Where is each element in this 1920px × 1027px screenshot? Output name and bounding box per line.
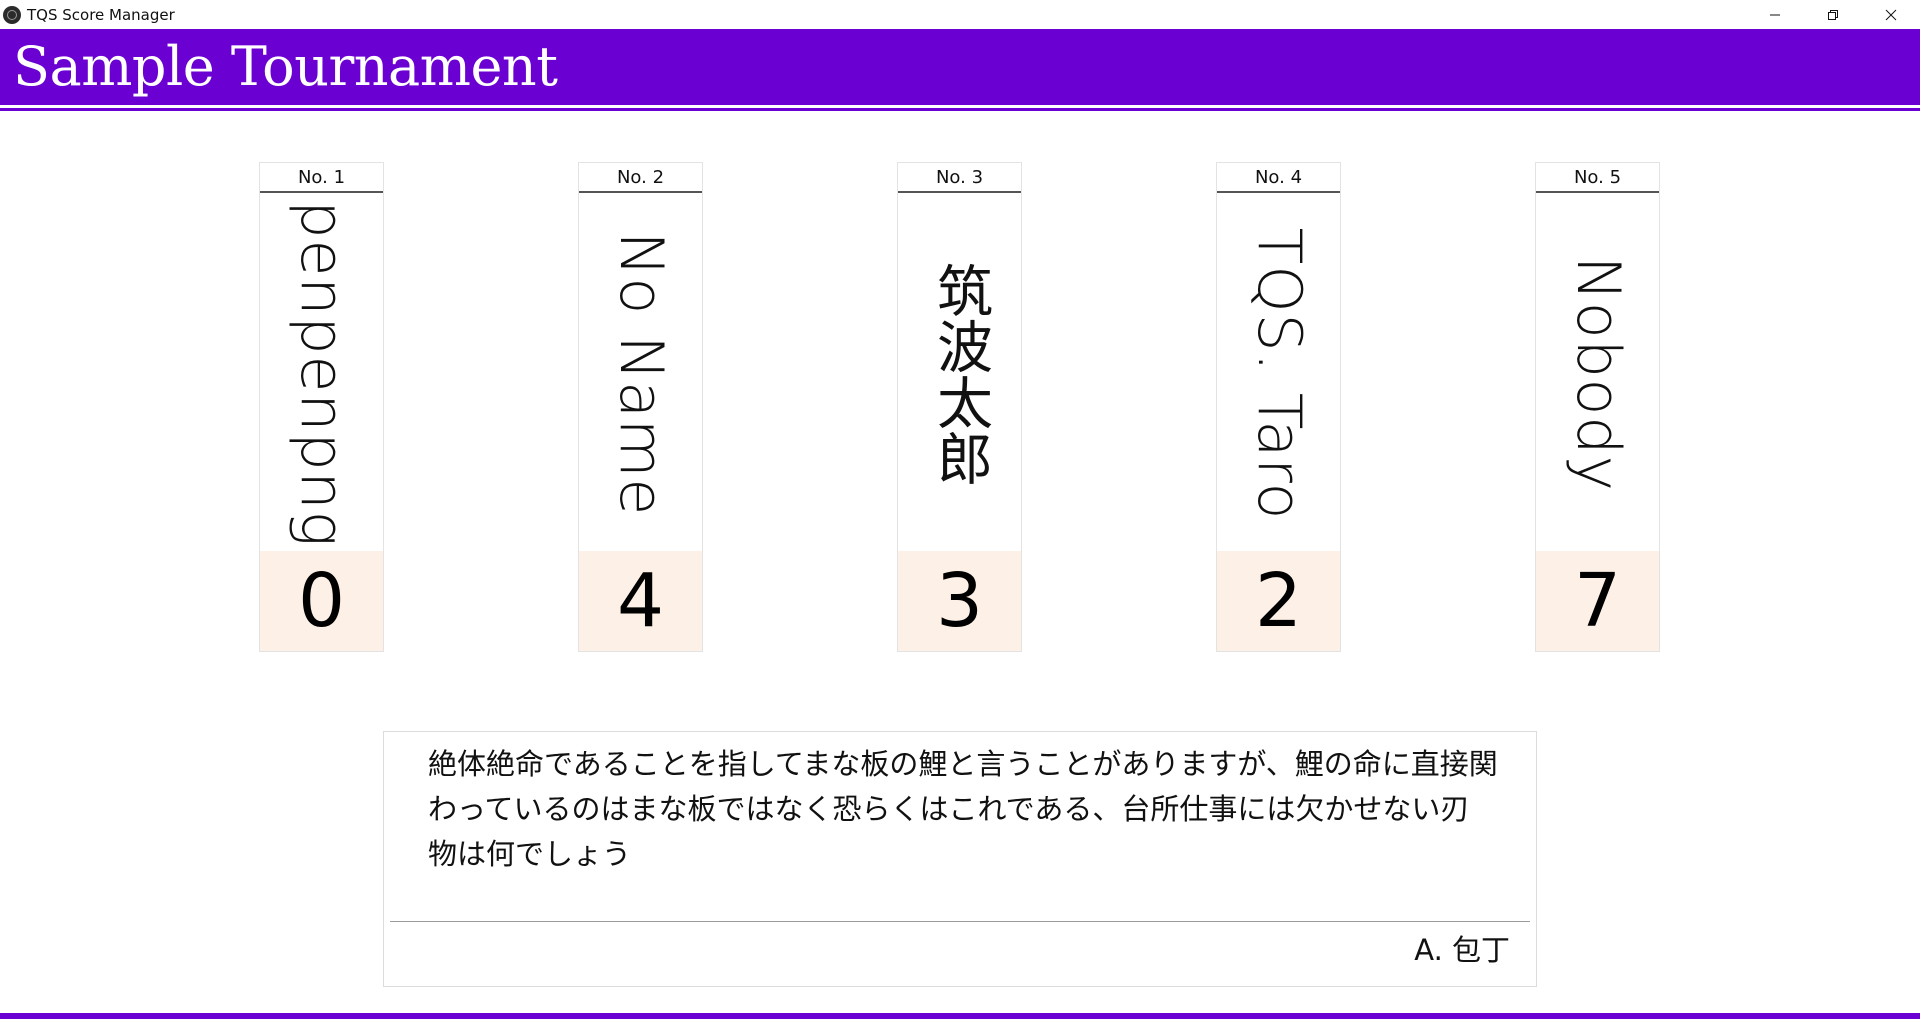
answer-text: A. 包丁 [1414, 933, 1510, 967]
footer-divider [0, 1013, 1920, 1019]
player-score[interactable]: 0 [260, 551, 383, 651]
restore-button[interactable] [1804, 0, 1862, 29]
minimize-icon [1770, 14, 1780, 15]
player-name-area: TQS. Taro [1217, 193, 1340, 555]
window-controls [1746, 0, 1920, 29]
player-name-area: Nobody [1536, 193, 1659, 555]
restore-icon [1828, 9, 1838, 20]
player-number: No. 3 [898, 163, 1021, 193]
player-name-area: No Name [579, 193, 702, 555]
player-name: 筑波太郎 [927, 262, 993, 486]
player-card-3[interactable]: No. 3 筑波太郎 3 [897, 162, 1022, 652]
player-name: TQS. Taro [1243, 227, 1314, 521]
question-text: 絶体絶命であることを指してまな板の鯉と言うことがありますが、鯉の命に直接関わって… [428, 747, 1498, 871]
question-divider [390, 921, 1530, 922]
player-name-area: penpenpng [260, 193, 383, 555]
player-score[interactable]: 7 [1536, 551, 1659, 651]
player-name: No Name [605, 231, 676, 517]
player-number: No. 1 [260, 163, 383, 193]
player-card-1[interactable]: No. 1 penpenpng 0 [259, 162, 384, 652]
player-card-2[interactable]: No. 2 No Name 4 [578, 162, 703, 652]
player-card-4[interactable]: No. 4 TQS. Taro 2 [1216, 162, 1341, 652]
minimize-button[interactable] [1746, 0, 1804, 29]
app-icon [3, 5, 21, 24]
player-number: No. 5 [1536, 163, 1659, 193]
header-divider [0, 108, 1920, 111]
player-name: penpenpng [286, 200, 357, 548]
player-name: Nobody [1562, 256, 1633, 492]
player-number: No. 4 [1217, 163, 1340, 193]
player-score[interactable]: 4 [579, 551, 702, 651]
window-titlebar: TQS Score Manager [0, 0, 1920, 29]
player-card-5[interactable]: No. 5 Nobody 7 [1535, 162, 1660, 652]
close-button[interactable] [1862, 0, 1920, 29]
question-panel: 絶体絶命であることを指してまな板の鯉と言うことがありますが、鯉の命に直接関わって… [383, 731, 1537, 987]
tournament-title: Sample Tournament [13, 35, 558, 98]
player-name-area: 筑波太郎 [898, 193, 1021, 555]
close-icon [1885, 9, 1897, 20]
player-score[interactable]: 3 [898, 551, 1021, 651]
player-score[interactable]: 2 [1217, 551, 1340, 651]
tournament-header: Sample Tournament [0, 29, 1920, 105]
window-title: TQS Score Manager [27, 5, 175, 24]
player-number: No. 2 [579, 163, 702, 193]
